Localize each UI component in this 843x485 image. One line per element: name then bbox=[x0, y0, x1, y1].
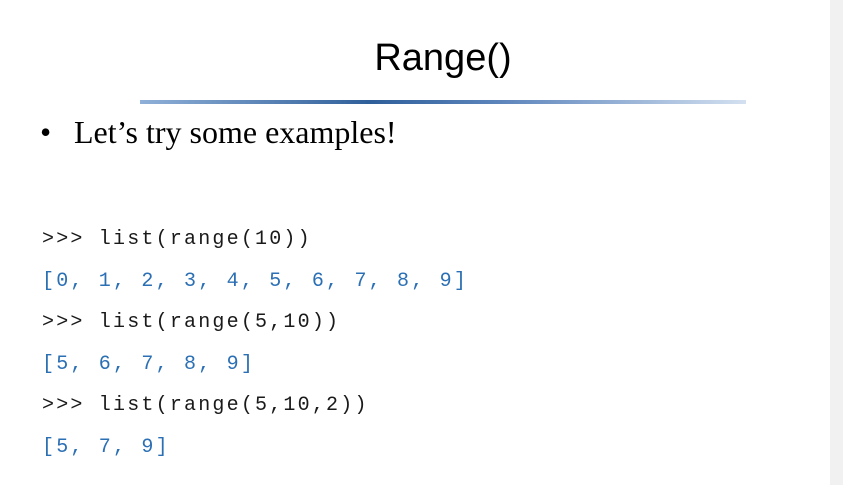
window-edge bbox=[830, 0, 843, 485]
code-input-line: >>> list(range(5,10,2)) bbox=[42, 394, 369, 417]
code-input-line: >>> list(range(5,10)) bbox=[42, 311, 341, 334]
bullet-text: Let’s try some examples! bbox=[74, 114, 397, 150]
slide-title: Range() bbox=[374, 37, 512, 79]
bullet-item: • Let’s try some examples! bbox=[40, 108, 397, 156]
code-output-line: [5, 6, 7, 8, 9] bbox=[42, 352, 256, 376]
code-output-line: [0, 1, 2, 3, 4, 5, 6, 7, 8, 9] bbox=[42, 269, 469, 293]
code-input-line: >>> list(range(10)) bbox=[42, 228, 312, 251]
bullet-marker: • bbox=[40, 114, 52, 150]
title-divider bbox=[140, 100, 746, 104]
code-block: >>> list(range(10)) [0, 1, 2, 3, 4, 5, 6… bbox=[42, 219, 468, 468]
code-output-line: [5, 7, 9] bbox=[42, 435, 170, 459]
